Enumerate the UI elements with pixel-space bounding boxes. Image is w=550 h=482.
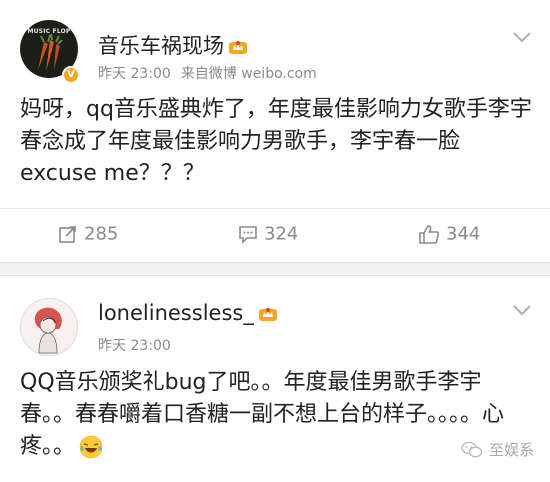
girl-illustration — [34, 307, 62, 354]
repost-icon — [59, 226, 76, 243]
wechat-icon — [461, 441, 483, 457]
like-count: 344 — [446, 223, 481, 245]
repost-count: 285 — [84, 223, 119, 245]
watermark: 至娱系 — [461, 439, 534, 460]
member-crown-icon — [229, 41, 247, 54]
comment-button[interactable]: 324 — [238, 223, 298, 249]
post-content: QQ音乐颁奖礼bug了吧。。年度最佳男歌手李宇春。。春春嚼着口香糖一副不想上台的… — [20, 370, 505, 459]
verified-badge: V — [62, 66, 80, 84]
post-content: 妈呀，qq音乐盛典炸了，年度最佳影响力女歌手李宇春念成了年度最佳影响力男歌手，李… — [20, 97, 532, 186]
laugh-cry-emoji — [79, 435, 103, 459]
post-separator — [0, 262, 550, 276]
action-bar: 285 324 344 — [0, 208, 550, 262]
weibo-post: MUSIC FLOP V 音乐车祸现场 昨天 23:00 来自微博 weibo.c… — [0, 0, 550, 262]
watermark-text: 至娱系 — [488, 441, 534, 459]
like-icon — [419, 225, 440, 244]
chevron-down-icon[interactable] — [512, 303, 532, 317]
comment-count: 324 — [264, 223, 299, 245]
post-meta: 昨天 23:00 — [98, 335, 171, 355]
like-button[interactable]: 344 — [418, 223, 480, 249]
username[interactable]: 音乐车祸现场 — [98, 30, 248, 60]
post-meta: 昨天 23:00 来自微博 weibo.com — [98, 63, 317, 83]
repost-button[interactable]: 285 — [58, 223, 118, 249]
username[interactable]: lonelinessless_ — [98, 301, 278, 325]
comment-icon — [239, 226, 257, 244]
post-time: 昨天 23:00 — [98, 338, 171, 354]
avatar[interactable] — [20, 298, 78, 356]
post-time: 昨天 23:00 — [98, 66, 171, 82]
member-crown-icon — [258, 308, 277, 321]
post-source: 来自微博 weibo.com — [180, 66, 317, 82]
chevron-down-icon[interactable] — [512, 30, 532, 44]
